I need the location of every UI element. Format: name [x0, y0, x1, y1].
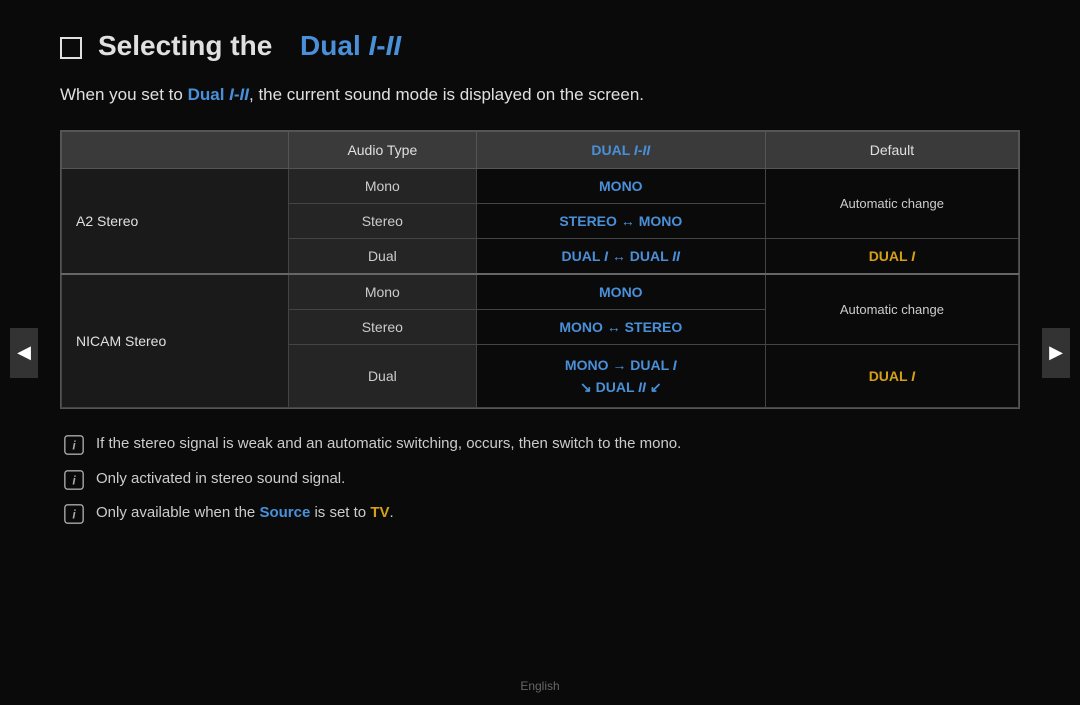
- dual-value-cell: DUAL I ↔ DUAL II: [476, 238, 765, 274]
- page-title: Selecting the Dual I-II: [60, 30, 1020, 62]
- note-text-2: Only activated in stereo sound signal.: [96, 468, 345, 491]
- svg-text:i: i: [72, 439, 76, 453]
- default-auto-change: Automatic change: [765, 274, 1018, 345]
- dual-value-cell: MONO: [476, 274, 765, 310]
- table-row: A2 Stereo Mono MONO Automatic change: [62, 168, 1019, 203]
- footer: English: [0, 679, 1080, 693]
- audio-type-cell: Dual: [288, 344, 476, 408]
- note-text-3: Only available when the Source is set to…: [96, 502, 394, 525]
- title-prefix: Selecting the: [98, 30, 272, 62]
- audio-type-cell: Stereo: [288, 309, 476, 344]
- dual-value-cell: STEREO ↔ MONO: [476, 203, 765, 238]
- col-header-audio-type: Audio Type: [288, 131, 476, 168]
- note-item-2: i Only activated in stereo sound signal.: [60, 468, 1020, 491]
- group-label-nicam: NICAM Stereo: [62, 274, 289, 408]
- default-auto-change: Automatic change: [765, 168, 1018, 238]
- svg-text:i: i: [72, 508, 76, 522]
- default-value-cell: DUAL I: [765, 344, 1018, 408]
- group-label-a2stereo: A2 Stereo: [62, 168, 289, 274]
- audio-type-cell: Stereo: [288, 203, 476, 238]
- notes-section: i If the stereo signal is weak and an au…: [60, 433, 1020, 525]
- default-value-cell: DUAL I: [765, 238, 1018, 274]
- svg-text:i: i: [72, 473, 76, 487]
- dual-value-cell: MONO → DUAL I↘ DUAL II ↙: [476, 344, 765, 408]
- title-highlight: Dual I-II: [300, 30, 401, 62]
- note-icon-3: i: [60, 504, 88, 524]
- audio-type-cell: Dual: [288, 238, 476, 274]
- dual-value-cell: MONO ↔ STEREO: [476, 309, 765, 344]
- subtitle-highlight: Dual I-II: [188, 85, 249, 104]
- page-container: ◀ ▶ Selecting the Dual I-II When you set…: [0, 0, 1080, 705]
- note-icon-1: i: [60, 435, 88, 455]
- subtitle-prefix: When you set to: [60, 85, 183, 104]
- dual-value-cell: MONO: [476, 168, 765, 203]
- footer-language: English: [520, 679, 559, 693]
- subtitle-suffix: , the current sound mode is displayed on…: [249, 85, 644, 104]
- audio-type-cell: Mono: [288, 274, 476, 310]
- note-item-1: i If the stereo signal is weak and an au…: [60, 433, 1020, 456]
- note-text-1: If the stereo signal is weak and an auto…: [96, 433, 681, 456]
- checkbox-icon: [60, 37, 82, 59]
- nav-arrow-right[interactable]: ▶: [1042, 328, 1070, 378]
- col-header-empty: [62, 131, 289, 168]
- note-item-3: i Only available when the Source is set …: [60, 502, 1020, 525]
- col-header-default: Default: [765, 131, 1018, 168]
- col-header-dual: DUAL I-II: [476, 131, 765, 168]
- note-icon-2: i: [60, 470, 88, 490]
- table-row: NICAM Stereo Mono MONO Automatic change: [62, 274, 1019, 310]
- audio-table-wrapper: Audio Type DUAL I-II Default A2 Stereo M…: [60, 130, 1020, 410]
- audio-table: Audio Type DUAL I-II Default A2 Stereo M…: [61, 131, 1019, 409]
- nav-arrow-left[interactable]: ◀: [10, 328, 38, 378]
- subtitle: When you set to Dual I-II, the current s…: [60, 82, 1020, 108]
- audio-type-cell: Mono: [288, 168, 476, 203]
